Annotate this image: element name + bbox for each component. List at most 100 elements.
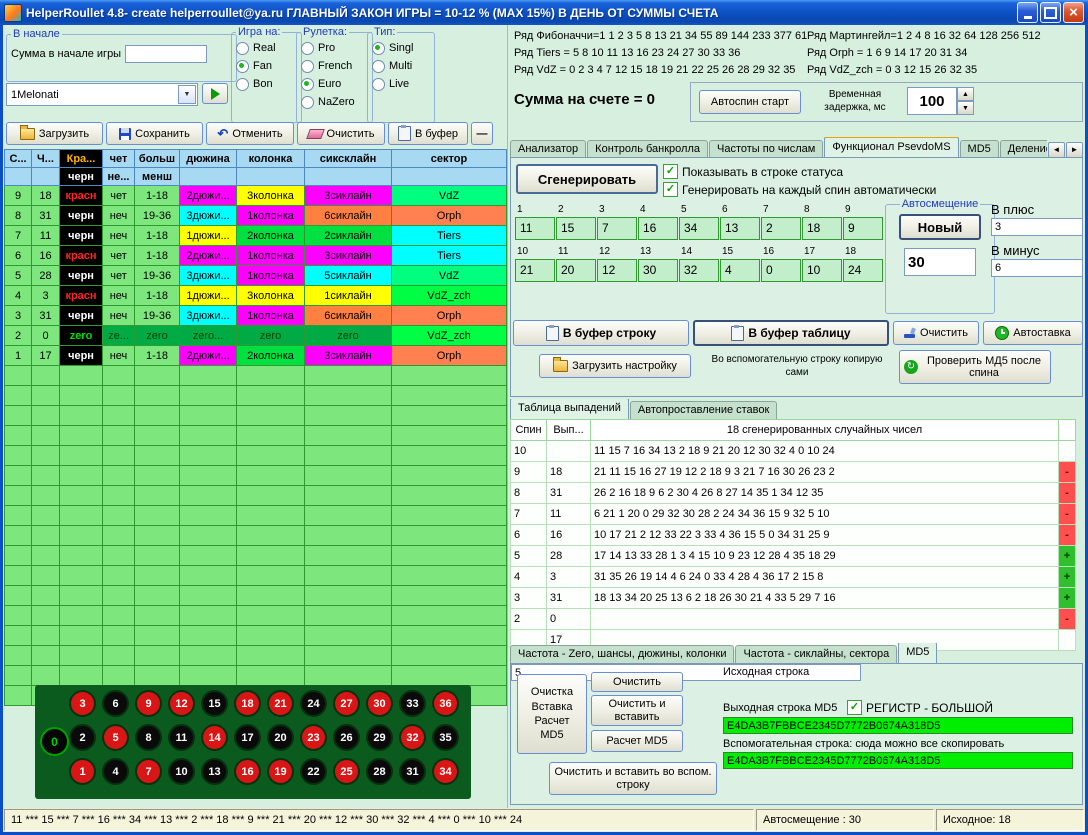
- spin-row[interactable]: 43красннеч1-181дюжи...3колонка1сиклайнVd…: [5, 286, 507, 306]
- maximize-button[interactable]: [1040, 2, 1061, 23]
- spin-row[interactable]: 528чернчет19-363дюжи...1колонка5сиклайнV…: [5, 266, 507, 286]
- board-number[interactable]: 9: [137, 692, 160, 715]
- tabs-left-arrow[interactable]: [1048, 142, 1065, 158]
- generate-button[interactable]: Сгенерировать: [516, 164, 658, 194]
- board-number[interactable]: 28: [368, 760, 391, 783]
- fall-row[interactable]: 7116 21 1 20 0 29 32 30 28 2 24 34 36 15…: [511, 504, 1076, 525]
- fall-row[interactable]: 20-: [511, 609, 1076, 630]
- board-number[interactable]: 21: [269, 692, 292, 715]
- load-settings-button[interactable]: Загрузить настройку: [539, 354, 691, 378]
- fall-row[interactable]: 4331 35 26 19 14 4 6 24 0 33 4 28 4 36 1…: [511, 567, 1076, 588]
- autospin-button[interactable]: Автоспин старт: [699, 90, 801, 114]
- buffer-table-button[interactable]: В буфер таблицу: [693, 320, 889, 346]
- main-tab[interactable]: Функционал PsevdoMS: [824, 137, 958, 158]
- board-number[interactable]: 5: [104, 726, 127, 749]
- board-number[interactable]: 34: [434, 760, 457, 783]
- clear-gen-button[interactable]: Очистить: [893, 321, 979, 345]
- board-number[interactable]: 23: [302, 726, 325, 749]
- main-tab[interactable]: Деление ко: [1000, 140, 1047, 158]
- chevron-down-icon[interactable]: [178, 85, 196, 104]
- fall-row[interactable]: 1011 15 7 16 34 13 2 18 9 21 20 12 30 32…: [511, 441, 1076, 462]
- radio-singl[interactable]: Singl: [372, 39, 430, 57]
- fall-tab[interactable]: Таблица выпадений: [510, 399, 629, 419]
- board-number[interactable]: 26: [335, 726, 358, 749]
- buffer-row-button[interactable]: В буфер строку: [513, 320, 689, 346]
- board-number[interactable]: 17: [236, 726, 259, 749]
- board-number[interactable]: 24: [302, 692, 325, 715]
- board-number[interactable]: 29: [368, 726, 391, 749]
- board-number[interactable]: 32: [401, 726, 424, 749]
- spin-row[interactable]: 711черннеч1-181дюжи...2колонка2сиклайнTi…: [5, 226, 507, 246]
- spin-row[interactable]: 331черннеч19-363дюжи...1колонка6сиклайнO…: [5, 306, 507, 326]
- board-number[interactable]: 33: [401, 692, 424, 715]
- radio-multi[interactable]: Multi: [372, 57, 430, 75]
- board-number[interactable]: 15: [203, 692, 226, 715]
- fall-row[interactable]: 33118 13 34 20 25 13 6 2 18 26 30 21 4 3…: [511, 588, 1076, 609]
- board-number[interactable]: 11: [170, 726, 193, 749]
- spin-row[interactable]: 616краснчет1-182дюжи...1колонка3сиклайнT…: [5, 246, 507, 266]
- radio-real[interactable]: Real: [236, 39, 297, 57]
- board-zero[interactable]: 0: [40, 727, 69, 756]
- board-number[interactable]: 12: [170, 692, 193, 715]
- md5-big-button[interactable]: Очистка Вставка Расчет MD5: [517, 674, 587, 754]
- board-number[interactable]: 20: [269, 726, 292, 749]
- board-number[interactable]: 7: [137, 760, 160, 783]
- main-tab[interactable]: Контроль банкролла: [587, 140, 708, 158]
- board-number[interactable]: 25: [335, 760, 358, 783]
- preset-select[interactable]: 1Melonati: [6, 83, 198, 106]
- radio-fan[interactable]: Fan: [236, 57, 297, 75]
- md5-clear-paste-button[interactable]: Очистить и вставить: [591, 695, 683, 726]
- main-tab[interactable]: MD5: [960, 140, 999, 158]
- plus-input[interactable]: [991, 218, 1083, 236]
- autobet-button[interactable]: Автоставка: [983, 321, 1083, 345]
- undo-button[interactable]: Отменить: [206, 122, 294, 145]
- clear-button[interactable]: Очистить: [297, 122, 385, 145]
- minimize-button[interactable]: [1017, 2, 1038, 23]
- freq-tab[interactable]: Частота - Zero, шансы, дюжины, колонки: [510, 645, 734, 663]
- board-number[interactable]: 1: [71, 760, 94, 783]
- board-number[interactable]: 30: [368, 692, 391, 715]
- fall-tab[interactable]: Автопроставление ставок: [630, 401, 777, 419]
- freq-tab[interactable]: MD5: [898, 643, 937, 663]
- radio-euro[interactable]: Euro: [301, 75, 368, 93]
- spinner-down-button[interactable]: [957, 101, 974, 115]
- save-button[interactable]: Сохранить: [106, 122, 203, 145]
- board-number[interactable]: 14: [203, 726, 226, 749]
- spin-row[interactable]: 831черннеч19-363дюжи...1колонка6сиклайнO…: [5, 206, 507, 226]
- tabs-right-arrow[interactable]: [1066, 142, 1083, 158]
- run-button[interactable]: [202, 83, 228, 104]
- board-number[interactable]: 36: [434, 692, 457, 715]
- fall-row[interactable]: 91821 11 15 16 27 19 12 2 18 9 3 21 7 16…: [511, 462, 1076, 483]
- board-number[interactable]: 2: [71, 726, 94, 749]
- fall-row[interactable]: 83126 2 16 18 9 6 2 30 4 26 8 27 14 35 1…: [511, 483, 1076, 504]
- spinner-up-button[interactable]: [957, 87, 974, 101]
- board-number[interactable]: 6: [104, 692, 127, 715]
- radio-live[interactable]: Live: [372, 75, 430, 93]
- buffer-button[interactable]: В буфер: [388, 122, 468, 145]
- radio-nazero[interactable]: NaZero: [301, 93, 368, 111]
- board-number[interactable]: 19: [269, 760, 292, 783]
- md5-clear-button[interactable]: Очистить: [591, 672, 683, 692]
- new-button[interactable]: Новый: [899, 214, 981, 240]
- board-number[interactable]: 16: [236, 760, 259, 783]
- main-tab[interactable]: Частоты по числам: [709, 140, 823, 158]
- delay-input[interactable]: [907, 87, 957, 115]
- board-number[interactable]: 8: [137, 726, 160, 749]
- minus-input[interactable]: [991, 259, 1083, 277]
- close-button[interactable]: [1063, 2, 1084, 23]
- fall-row[interactable]: 52817 14 13 33 28 1 3 4 15 10 9 23 12 28…: [511, 546, 1076, 567]
- board-number[interactable]: 10: [170, 760, 193, 783]
- collapse-button[interactable]: —: [471, 122, 493, 145]
- radio-pro[interactable]: Pro: [301, 39, 368, 57]
- board-number[interactable]: 13: [203, 760, 226, 783]
- checkbox-auto-generate[interactable]: Генерировать на каждый спин автоматическ…: [663, 182, 936, 197]
- board-number[interactable]: 31: [401, 760, 424, 783]
- board-number[interactable]: 18: [236, 692, 259, 715]
- check-md5-button[interactable]: Проверить МД5 после спина: [899, 350, 1051, 384]
- board-number[interactable]: 22: [302, 760, 325, 783]
- spin-row[interactable]: 117черннеч1-182дюжи...2колонка3сиклайнOr…: [5, 346, 507, 366]
- radio-bon[interactable]: Bon: [236, 75, 297, 93]
- spin-row[interactable]: 918краснчет1-182дюжи...3колонка3сиклайнV…: [5, 186, 507, 206]
- board-number[interactable]: 35: [434, 726, 457, 749]
- checkbox-register[interactable]: РЕГИСТР - БОЛЬШОЙ: [847, 700, 993, 715]
